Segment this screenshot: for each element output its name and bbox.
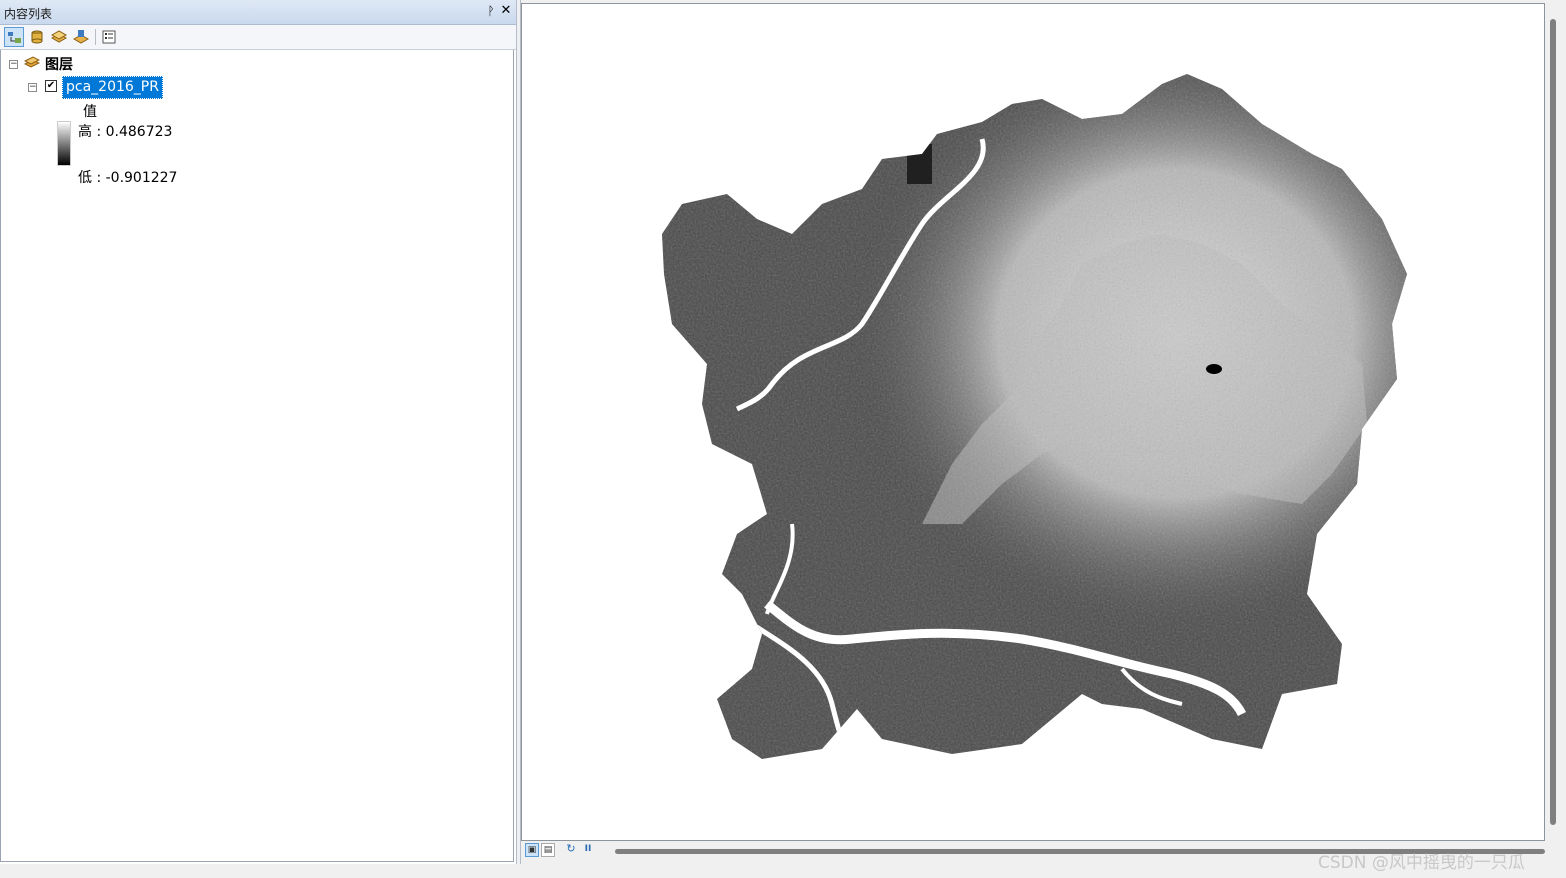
raster-map [662, 74, 1407, 759]
map-view[interactable] [521, 3, 1545, 841]
list-by-source-icon [31, 30, 43, 44]
refresh-icon: ↻ [566, 842, 576, 855]
data-view-icon: ▣ [527, 845, 537, 855]
pause-drawing-button[interactable]: II [581, 843, 595, 857]
toc-title: 内容列表 [4, 7, 53, 21]
list-by-visibility-icon [51, 30, 67, 43]
close-icon[interactable]: ✕ [500, 4, 512, 18]
list-by-selection-button[interactable] [71, 27, 91, 47]
layer-name[interactable]: pca_2016_PR [62, 76, 163, 99]
legend-high-value: 高 : 0.486723 [78, 124, 173, 140]
pause-icon: II [584, 844, 592, 854]
list-by-drawing-order-button[interactable] [4, 27, 24, 47]
data-view-button[interactable]: ▣ [525, 843, 539, 857]
pin-icon[interactable]: ᚹ [485, 4, 497, 18]
toolbar-separator [95, 29, 96, 45]
list-by-drawing-order-icon [8, 32, 21, 43]
options-button[interactable] [99, 27, 119, 47]
layer-collapse-toggle[interactable]: − [28, 83, 37, 92]
vertical-scroll-thumb[interactable] [1550, 19, 1556, 825]
table-of-contents-pane: 内容列表 ᚹ ✕ − 图层 − ✔ pca_2016_PR 值 高: 0.48… [0, 0, 516, 864]
legend-color-ramp[interactable] [57, 121, 71, 166]
legend-heading: 值 [83, 104, 97, 120]
legend-low-value: 低 : -0.901227 [78, 170, 178, 186]
layout-view-icon: ▤ [543, 845, 553, 855]
layers-collapse-toggle[interactable]: − [9, 60, 18, 69]
layout-view-button[interactable]: ▤ [541, 843, 555, 857]
list-by-visibility-button[interactable] [49, 27, 69, 47]
layers-root-label[interactable]: 图层 [45, 54, 73, 74]
layers-icon [24, 56, 40, 68]
list-by-selection-icon [73, 30, 89, 44]
refresh-button[interactable]: ↻ [564, 843, 578, 857]
layer-visibility-checkbox[interactable]: ✔ [45, 80, 57, 92]
list-by-source-button[interactable] [27, 27, 47, 47]
watermark: CSDN @风中摇曳的一只瓜 [1318, 853, 1525, 873]
toc-toolbar [0, 25, 516, 50]
toc-titlebar: 内容列表 ᚹ ✕ [0, 0, 516, 25]
options-icon [102, 30, 116, 44]
vertical-scrollbar[interactable] [1546, 3, 1562, 841]
